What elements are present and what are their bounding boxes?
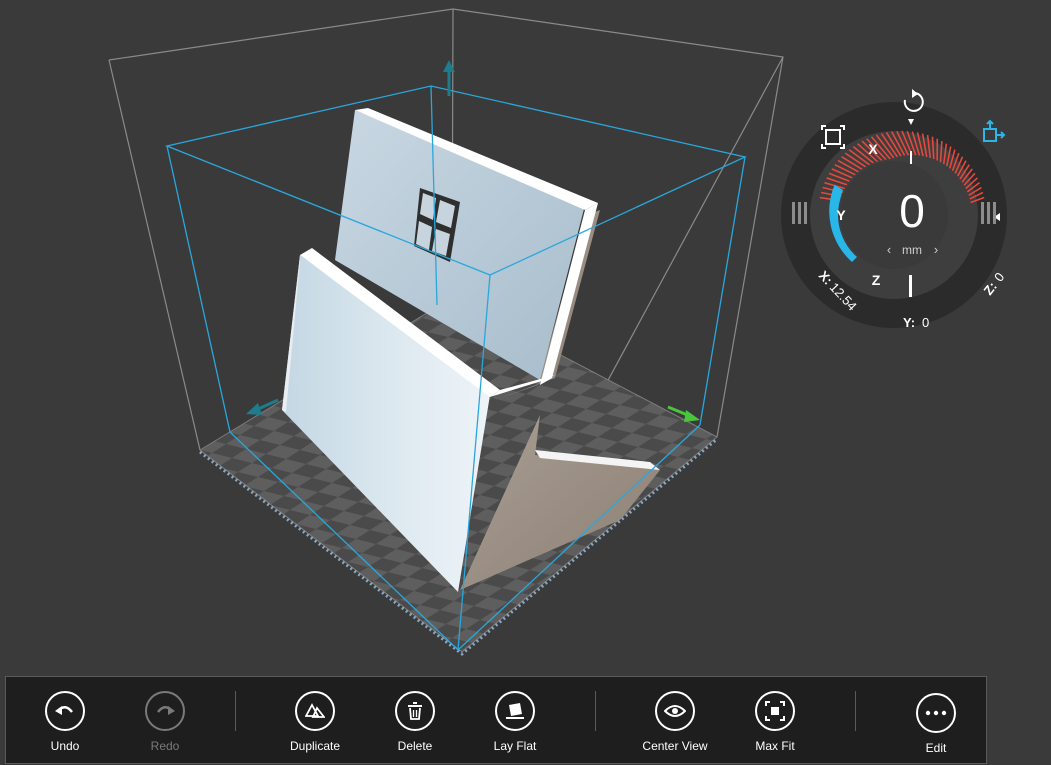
lay-flat-label: Lay Flat xyxy=(494,739,537,753)
move-icon[interactable] xyxy=(984,121,1004,141)
transform-dial[interactable]: X Y Z 0 ‹ mm › X: 12.54 Y: 0 Z: 0 xyxy=(780,84,1008,346)
readout-y-value: 0 xyxy=(922,315,929,330)
undo-label: Undo xyxy=(51,739,80,753)
undo-arrow-icon xyxy=(45,691,85,731)
duplicate-label: Duplicate xyxy=(290,739,340,753)
edit-button[interactable]: Edit xyxy=(896,677,976,765)
readout-z-value: 0 xyxy=(991,270,1007,285)
unit-next-icon[interactable]: › xyxy=(934,242,938,257)
toolbar-divider xyxy=(595,691,596,731)
dial-current-marker xyxy=(909,275,912,297)
duplicate-button[interactable]: Duplicate xyxy=(275,677,355,765)
trash-icon xyxy=(395,691,435,731)
lay-flat-button[interactable]: Lay Flat xyxy=(475,677,555,765)
more-dots-icon xyxy=(916,693,956,733)
toolbar-divider xyxy=(855,691,856,731)
dial-unit: mm xyxy=(902,243,922,257)
delete-label: Delete xyxy=(398,739,433,753)
max-fit-label: Max Fit xyxy=(755,739,794,753)
readout-y-label: Y: xyxy=(903,315,915,330)
redo-label: Redo xyxy=(151,739,180,753)
unit-prev-icon[interactable]: ‹ xyxy=(887,242,891,257)
max-fit-icon xyxy=(755,691,795,731)
center-view-label: Center View xyxy=(642,739,707,753)
redo-button[interactable]: Redo xyxy=(125,677,205,765)
center-view-button[interactable]: Center View xyxy=(635,677,715,765)
undo-button[interactable]: Undo xyxy=(25,677,105,765)
eye-icon xyxy=(655,691,695,731)
toolbar-divider xyxy=(235,691,236,731)
axis-x-label[interactable]: X xyxy=(868,141,878,157)
max-fit-button[interactable]: Max Fit xyxy=(735,677,815,765)
axis-z-label[interactable]: Z xyxy=(872,272,881,288)
dial-value[interactable]: 0 xyxy=(899,185,925,237)
axis-y-label[interactable]: Y xyxy=(836,207,846,223)
dial-grip-left[interactable] xyxy=(792,202,807,224)
bottom-toolbar: Undo Redo Duplicate Delete Lay Flat Cent… xyxy=(5,676,987,764)
dial-grip-right-bars[interactable] xyxy=(981,202,996,224)
redo-arrow-icon xyxy=(145,691,185,731)
lay-flat-icon xyxy=(495,691,535,731)
delete-button[interactable]: Delete xyxy=(375,677,455,765)
edit-label: Edit xyxy=(926,741,947,755)
duplicate-icon xyxy=(295,691,335,731)
